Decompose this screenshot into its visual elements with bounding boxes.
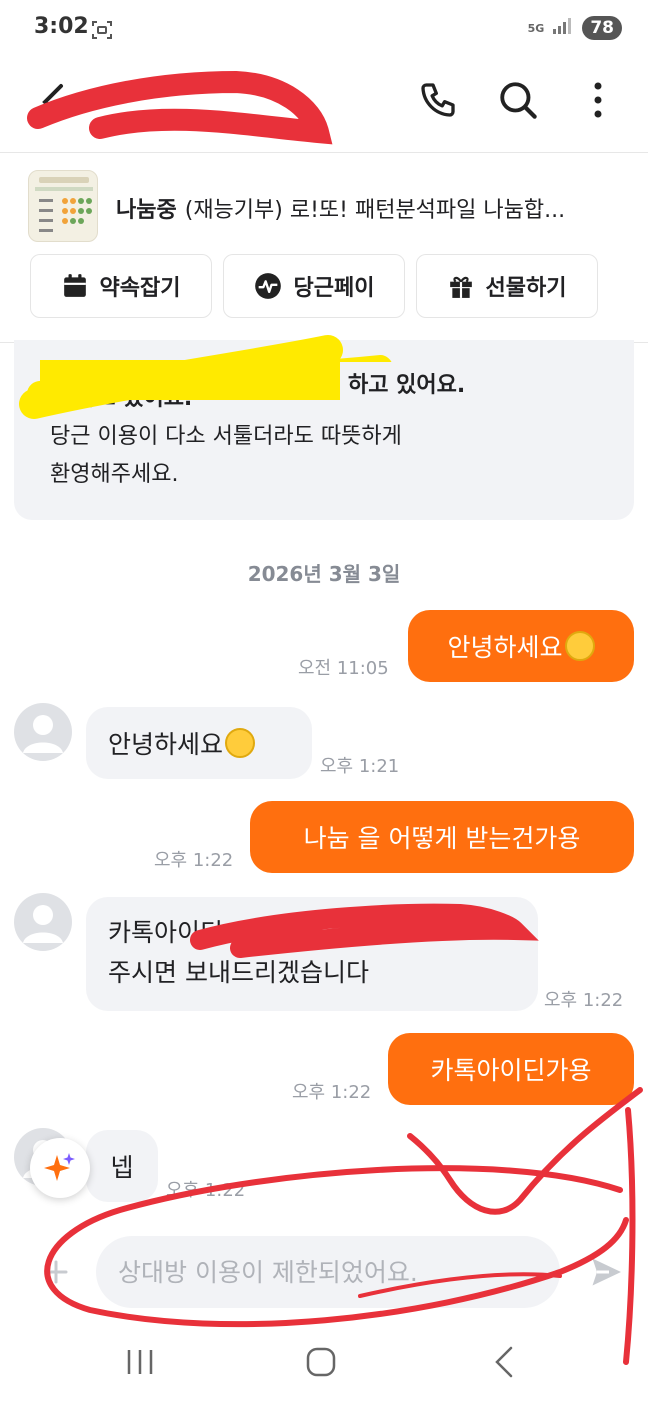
- system-notice: ...하고 있어요. 당근 이용이 다소 서툴더라도 따뜻하게 환영해주세요.: [14, 340, 634, 520]
- search-button[interactable]: [494, 76, 542, 124]
- pay-icon: [254, 273, 281, 299]
- message-time: 오후 1:21: [320, 756, 400, 777]
- message-time: 오전 11:05: [298, 658, 389, 679]
- message-text: 나눔 을 어떻게 받는건가용: [303, 824, 581, 853]
- message-bubble-in[interactable]: 카톡아이디... 주시면 보내드리겠습니다: [86, 897, 538, 1011]
- sparkle-icon: [44, 1153, 75, 1181]
- message-input[interactable]: [96, 1236, 560, 1308]
- product-thumbnail[interactable]: [28, 170, 98, 242]
- message-bubble-in[interactable]: 넵: [86, 1130, 158, 1202]
- status-time: 3:02: [34, 14, 89, 39]
- message-text: 넵: [110, 1153, 134, 1182]
- schedule-button[interactable]: 약속잡기: [30, 254, 212, 318]
- product-title: (재능기부) 로!또! 패턴분석파일 나눔합...: [184, 198, 566, 223]
- avatar[interactable]: [14, 893, 72, 951]
- schedule-label: 약속잡기: [99, 276, 181, 301]
- message-time: 오후 1:22: [154, 850, 234, 871]
- calendar-icon: [63, 274, 86, 297]
- gift-button[interactable]: 선물하기: [416, 254, 598, 318]
- home-icon: [306, 1347, 336, 1377]
- smiling-face-icon: [564, 631, 595, 661]
- message-text: 안녕하세요: [108, 730, 224, 759]
- send-button[interactable]: [584, 1250, 628, 1294]
- send-icon: [592, 1258, 621, 1286]
- message-bubble-out[interactable]: 카톡아이딘가용: [388, 1033, 634, 1105]
- date-separator: 2026년 3월 3일: [247, 562, 401, 586]
- message-text: 카톡아이딘가용: [430, 1056, 592, 1085]
- message-bubble-in[interactable]: 안녕하세요: [86, 707, 312, 779]
- more-button[interactable]: [574, 76, 622, 124]
- message-time: 오후 1:22: [292, 1082, 372, 1103]
- gift-icon: [449, 276, 472, 298]
- notice-line-1: ...하고 있어요.: [50, 386, 193, 411]
- notice-line-2: 당근 이용이 다소 서툴더라도 따뜻하게: [50, 424, 402, 449]
- signal-icon: [552, 17, 574, 39]
- battery-level: 78: [582, 16, 622, 40]
- back-button[interactable]: [32, 80, 72, 124]
- message-text-line-2: 주시면 보내드리겠습니다: [108, 958, 369, 987]
- message-text-line-1: 카톡아이디...: [108, 918, 247, 947]
- message-bubble-out[interactable]: 안녕하세요: [408, 610, 634, 682]
- ai-assistant-button[interactable]: [30, 1138, 90, 1198]
- pay-button[interactable]: 당근페이: [223, 254, 405, 318]
- gift-label: 선물하기: [485, 276, 567, 301]
- search-icon: [500, 82, 537, 119]
- pay-label: 당근페이: [293, 276, 375, 301]
- header-divider: [0, 152, 648, 153]
- back-arrow-icon: [42, 84, 63, 120]
- product-info[interactable]: 나눔중 (재능기부) 로!또! 패턴분석파일 나눔합...: [116, 192, 616, 224]
- home-button[interactable]: [291, 1332, 351, 1392]
- screen-capture-icon: [90, 18, 114, 46]
- notice-line-3: 환영해주세요.: [50, 462, 179, 487]
- message-text: 안녕하세요: [447, 633, 563, 662]
- more-vertical-icon: [594, 82, 602, 118]
- message-time: 오후 1:22: [166, 1180, 246, 1201]
- message-bubble-out[interactable]: 나눔 을 어떻게 받는건가용: [250, 801, 634, 873]
- plus-icon: [44, 1260, 68, 1284]
- product-status-label: 나눔중: [116, 198, 177, 223]
- recent-apps-icon: [127, 1350, 153, 1374]
- user-silhouette-icon: [23, 715, 63, 753]
- avatar[interactable]: [14, 703, 72, 761]
- network-label: 5G: [527, 21, 545, 35]
- call-button[interactable]: [414, 76, 462, 124]
- back-chevron-icon: [495, 1346, 513, 1378]
- attach-button[interactable]: [36, 1252, 76, 1292]
- recent-apps-button[interactable]: [110, 1332, 170, 1392]
- message-time: 오후 1:22: [544, 990, 624, 1011]
- phone-icon: [421, 83, 455, 117]
- smiling-face-icon: [225, 728, 256, 758]
- status-indicators: 5G 78: [528, 16, 622, 40]
- user-silhouette-icon: [23, 905, 63, 943]
- nav-back-button[interactable]: [474, 1332, 534, 1392]
